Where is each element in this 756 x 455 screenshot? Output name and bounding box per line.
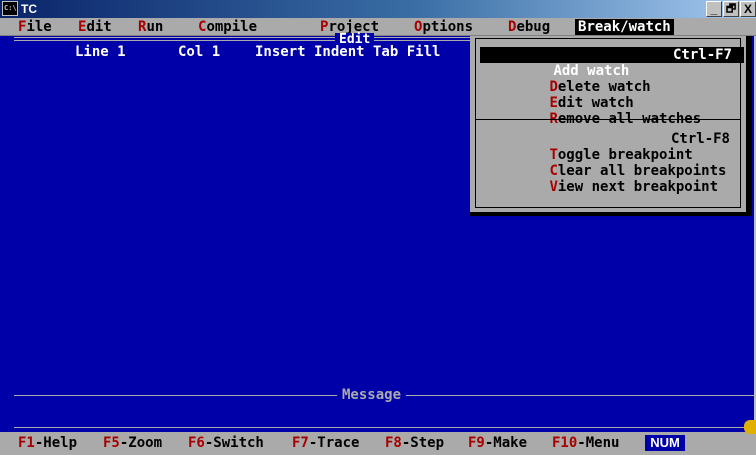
menu-edit[interactable]: Edit xyxy=(78,19,112,35)
menu-bar: File Edit Run Compile Project Options De… xyxy=(0,18,756,36)
turbo-c-window: C:\ TC _ 🗗 X File Edit Run Compile Proje… xyxy=(0,0,756,455)
menu-debug[interactable]: Debug xyxy=(508,19,550,35)
shortcut-ctrl-f7: Ctrl-F7 xyxy=(672,47,732,63)
fkey-f8-step[interactable]: F8-Step xyxy=(385,435,444,451)
message-window-title: Message xyxy=(337,388,407,402)
editor-mode-flags: Insert Indent Tab Fill xyxy=(255,44,441,60)
window-controls: _ 🗗 X xyxy=(705,1,756,17)
menu-item-clear-all-breakpoints[interactable]: Clear all breakpoints xyxy=(482,147,742,179)
maximize-button[interactable]: 🗗 xyxy=(723,1,739,17)
menu-item-delete-watch[interactable]: Delete watch xyxy=(482,63,742,95)
close-button[interactable]: X xyxy=(740,1,756,17)
menu-item-view-next-breakpoint[interactable]: View next breakpoint xyxy=(482,163,742,195)
fkey-f10-menu[interactable]: F10-Menu xyxy=(552,435,619,451)
break-watch-dropdown: Add watch Ctrl-F7 Delete watch Edit watc… xyxy=(470,36,752,216)
fkey-f7-trace[interactable]: F7-Trace xyxy=(292,435,359,451)
fkey-f9-make[interactable]: F9-Make xyxy=(468,435,527,451)
menu-options[interactable]: Options xyxy=(414,19,473,35)
dropdown-panel: Add watch Ctrl-F7 Delete watch Edit watc… xyxy=(470,36,746,212)
edit-window-top-border xyxy=(14,37,470,41)
fkey-f6-switch[interactable]: F6-Switch xyxy=(188,435,264,451)
menu-file[interactable]: File xyxy=(18,19,52,35)
menu-compile[interactable]: Compile xyxy=(198,19,257,35)
minimize-button[interactable]: _ xyxy=(706,1,722,17)
window-title: TC xyxy=(21,2,37,16)
fkey-f5-zoom[interactable]: F5-Zoom xyxy=(103,435,162,451)
menu-run[interactable]: Run xyxy=(138,19,163,35)
msdos-icon[interactable]: C:\ xyxy=(2,1,18,16)
resize-grip-icon[interactable] xyxy=(744,420,756,434)
menu-item-edit-watch[interactable]: Edit watch xyxy=(482,79,742,111)
fkey-f1-help[interactable]: F1-Help xyxy=(18,435,77,451)
shortcut-ctrl-f8: Ctrl-F8 xyxy=(670,131,730,147)
window-title-bar[interactable]: C:\ TC _ 🗗 X xyxy=(0,0,756,18)
menu-separator xyxy=(476,119,740,120)
menu-item-add-watch[interactable]: Add watch Ctrl-F7 xyxy=(480,47,744,79)
menu-break-watch[interactable]: Break/watch xyxy=(575,19,674,35)
message-window-bottom-border xyxy=(14,427,754,428)
num-lock-indicator: NUM xyxy=(645,435,685,451)
menu-item-toggle-breakpoint[interactable]: Toggle breakpoint Ctrl-F8 xyxy=(482,131,742,163)
function-key-bar: F1-Help F5-Zoom F6-Switch F7-Trace F8-St… xyxy=(0,432,756,455)
menu-item-remove-all-watches[interactable]: Remove all watches xyxy=(482,95,742,127)
cursor-line: Line 1 xyxy=(75,44,126,60)
cursor-col: Col 1 xyxy=(178,44,221,60)
